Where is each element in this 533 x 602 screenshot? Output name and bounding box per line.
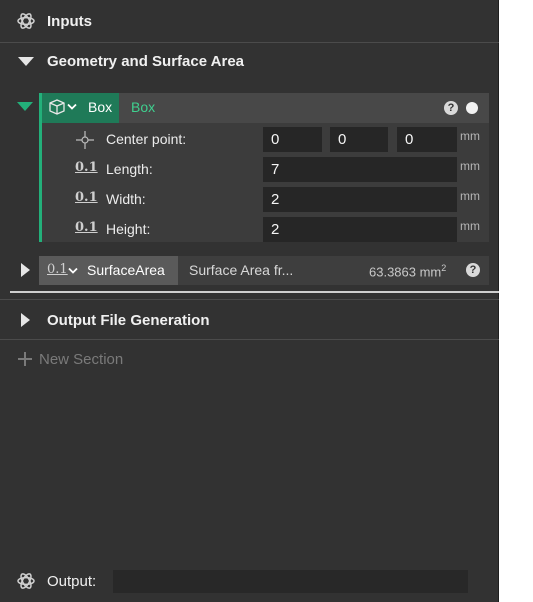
new-section-button[interactable]: New Section — [39, 351, 123, 368]
cube-icon — [49, 99, 65, 115]
expand-triangle-icon[interactable] — [21, 313, 30, 327]
param-label: Center point: — [106, 131, 187, 147]
chevron-down-icon[interactable] — [68, 267, 78, 275]
output-name: SurfaceArea — [87, 262, 165, 278]
height-input[interactable]: 2 — [263, 217, 457, 242]
length-input[interactable]: 7 — [263, 157, 457, 182]
param-label: Width: — [106, 191, 146, 207]
center-z-input[interactable]: 0 — [397, 127, 457, 152]
param-label: Length: — [106, 161, 153, 177]
param-label: Height: — [106, 221, 151, 237]
help-icon[interactable]: ? — [466, 263, 480, 277]
section-header-geometry[interactable]: Geometry and Surface Area — [0, 43, 499, 81]
output-value: 63.3863 mm2 — [369, 263, 447, 280]
center-x-input[interactable]: 0 — [263, 127, 322, 152]
openai-knot-icon — [17, 573, 35, 589]
param-row-height: 0.1 Height: 2 mm — [42, 214, 489, 244]
width-input[interactable]: 2 — [263, 187, 457, 212]
output-label: Output: — [47, 573, 97, 590]
panel-title: Inputs — [47, 13, 92, 30]
chevron-down-icon[interactable] — [67, 103, 77, 111]
status-dot-icon[interactable] — [466, 102, 478, 114]
unit-label: mm — [460, 159, 480, 173]
point-icon — [76, 131, 94, 149]
surface-area-row[interactable]: 0.1 SurfaceArea Surface Area fr... 63.38… — [39, 256, 489, 285]
divider — [0, 339, 499, 340]
number-icon: 0.1 — [75, 160, 98, 175]
openai-knot-icon — [17, 13, 35, 29]
section-header-output-file[interactable]: Output File Generation — [0, 300, 499, 339]
inputs-panel: Inputs Geometry and Surface Area Box Box… — [0, 0, 499, 602]
section-end-line — [10, 291, 499, 293]
param-row-width: 0.1 Width: 2 mm — [42, 184, 489, 214]
plus-icon[interactable] — [18, 352, 32, 366]
unit-label: mm — [460, 189, 480, 203]
center-y-input[interactable]: 0 — [330, 127, 388, 152]
component-collapse-icon[interactable] — [17, 102, 33, 111]
number-icon: 0.1 — [47, 262, 68, 277]
component-name: Box — [88, 99, 113, 115]
section-title: Output File Generation — [47, 312, 210, 329]
number-icon: 0.1 — [75, 190, 98, 205]
expand-triangle-icon[interactable] — [21, 263, 30, 277]
collapse-triangle-icon[interactable] — [18, 57, 34, 66]
section-title: Geometry and Surface Area — [47, 53, 245, 70]
component-alias[interactable]: Box — [131, 99, 155, 115]
unit-superscript: 2 — [441, 263, 447, 273]
unit-label: mm — [460, 129, 480, 143]
unit-label: mm — [460, 219, 480, 233]
number-icon: 0.1 — [75, 220, 98, 235]
output-description: Surface Area fr... — [189, 262, 294, 278]
output-field[interactable] — [113, 570, 468, 593]
help-icon[interactable]: ? — [444, 101, 458, 115]
param-row-center-point: Center point: 0 0 0 mm — [42, 124, 489, 154]
param-row-length: 0.1 Length: 7 mm — [42, 154, 489, 184]
